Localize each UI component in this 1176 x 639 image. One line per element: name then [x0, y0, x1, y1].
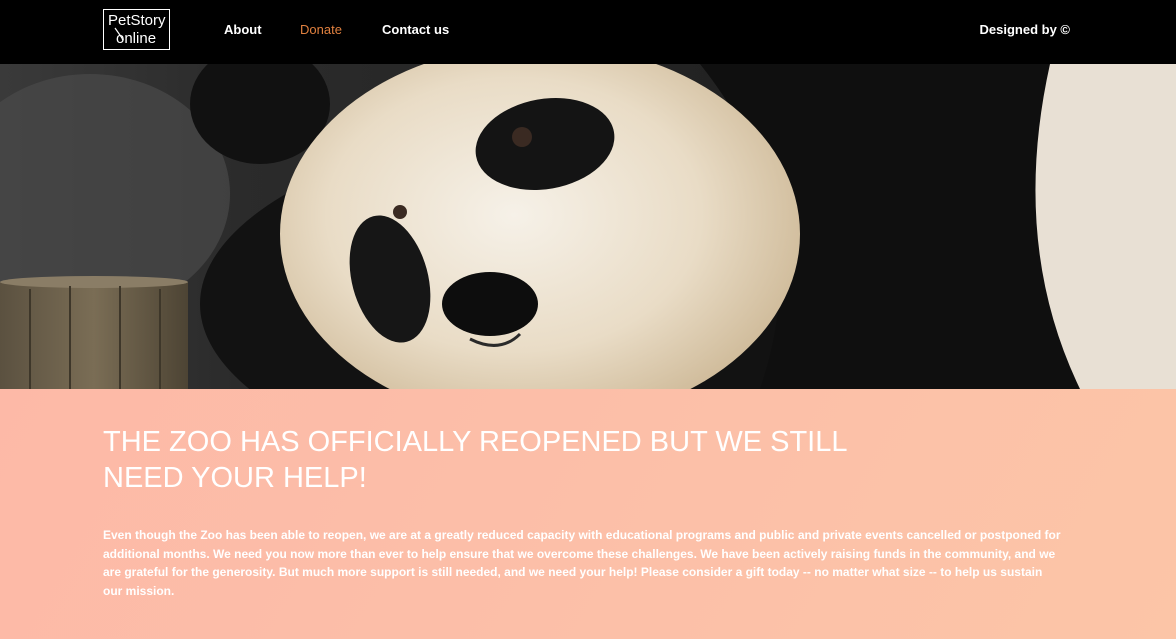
top-navbar: PetStory online About Donate Contact us …	[0, 0, 1176, 64]
nav-link-contact[interactable]: Contact us	[382, 22, 449, 37]
nav-link-donate[interactable]: Donate	[300, 22, 342, 37]
panda-photo	[0, 64, 1176, 389]
nav-link-about[interactable]: About	[224, 22, 262, 37]
brush-icon	[114, 27, 124, 40]
site-logo[interactable]: PetStory online	[103, 9, 170, 50]
appeal-paragraph: Even though the Zoo has been able to reo…	[103, 528, 1061, 598]
page-headline: THE ZOO HAS OFFICIALLY REOPENED BUT WE S…	[103, 426, 847, 494]
designed-by-text: Designed by ©	[979, 22, 1071, 37]
hero-image	[0, 64, 1176, 389]
